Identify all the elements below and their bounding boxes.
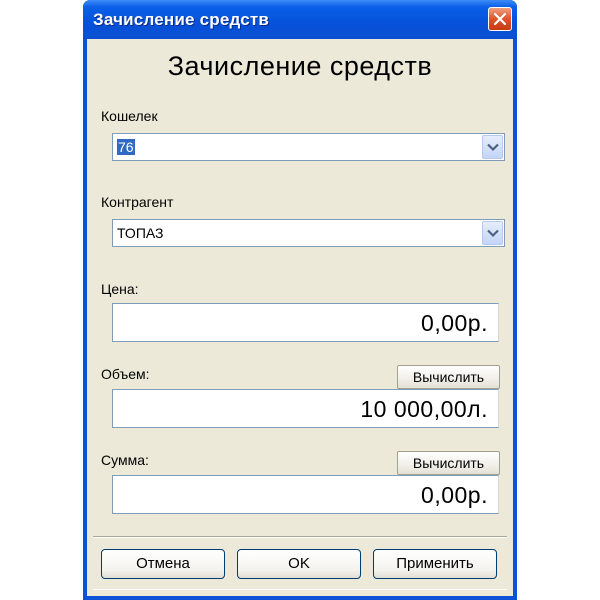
title-bar[interactable]: Зачисление средств	[83, 0, 517, 39]
window-title: Зачисление средств	[93, 10, 270, 29]
dialog-body: Зачисление средств Кошелек 76 Контрагент…	[87, 39, 513, 596]
wallet-value: 76	[117, 139, 135, 155]
sum-value: 0,00р.	[421, 482, 488, 508]
apply-button[interactable]: Применить	[373, 549, 497, 579]
sum-calculate-button[interactable]: Вычислить	[397, 451, 500, 475]
price-field[interactable]: 0,00р.	[112, 303, 499, 342]
sum-label: Сумма:	[101, 452, 149, 468]
wallet-label: Кошелек	[101, 108, 158, 124]
counterparty-combobox[interactable]: ТОПАЗ	[112, 219, 505, 247]
sum-field[interactable]: 0,00р.	[112, 475, 499, 514]
form-heading: Зачисление средств	[167, 51, 433, 81]
volume-calculate-button[interactable]: Вычислить	[397, 365, 500, 389]
close-button[interactable]	[488, 7, 512, 31]
volume-label: Объем:	[101, 366, 150, 382]
counterparty-dropdown-button[interactable]	[482, 221, 503, 245]
volume-field[interactable]: 10 000,00л.	[112, 389, 499, 428]
dialog-window: Зачисление средств Зачисление средств Ко…	[83, 0, 517, 600]
cancel-button[interactable]: Отмена	[101, 549, 225, 579]
volume-value: 10 000,00л.	[360, 396, 488, 422]
wallet-combobox[interactable]: 76	[112, 133, 505, 161]
price-value: 0,00р.	[421, 310, 488, 336]
chevron-down-icon	[487, 143, 499, 152]
close-icon	[494, 13, 506, 25]
ok-button[interactable]: OK	[237, 549, 361, 579]
chevron-down-icon	[487, 229, 499, 238]
counterparty-label: Контрагент	[101, 194, 174, 210]
price-label: Цена:	[101, 281, 139, 297]
wallet-dropdown-button[interactable]	[482, 135, 503, 159]
button-panel: Отмена OK Применить	[93, 536, 507, 590]
counterparty-value: ТОПАЗ	[117, 225, 164, 241]
